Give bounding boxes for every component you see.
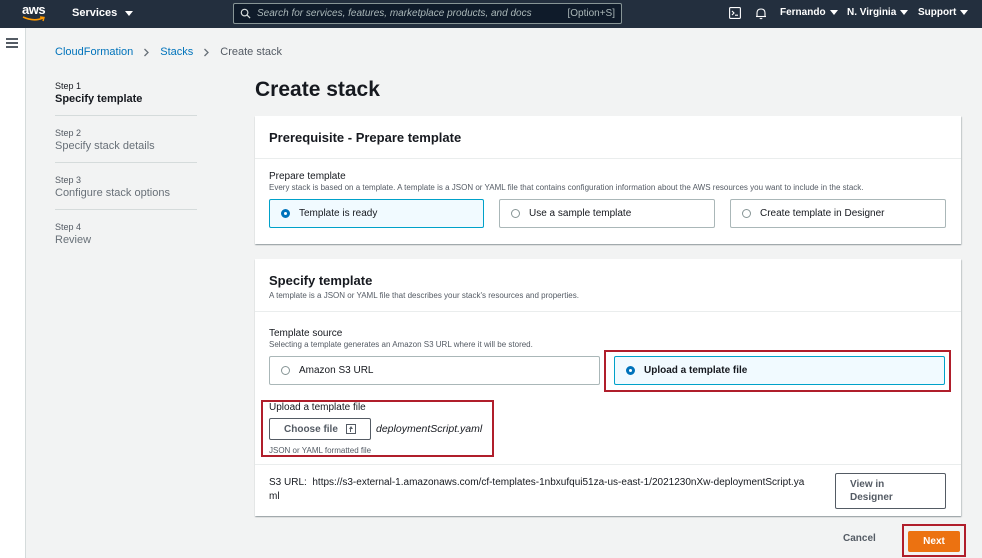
prerequisite-title: Prerequisite - Prepare template <box>269 129 462 145</box>
view-designer-label-2: Designer <box>850 492 893 503</box>
cancel-button[interactable]: Cancel <box>843 533 876 544</box>
bell-icon <box>756 8 766 20</box>
step-number: Step 1 <box>55 81 82 91</box>
view-designer-label-1: View in <box>850 479 885 490</box>
template-source-description: Selecting a template generates an Amazon… <box>269 340 533 349</box>
chevron-right-icon <box>204 48 210 56</box>
prerequisite-container: Prerequisite - Prepare template Prepare … <box>255 116 961 244</box>
prerequisite-header: Prerequisite - Prepare template <box>255 116 961 159</box>
cloudshell-icon <box>729 7 741 19</box>
region-menu[interactable]: N. Virginia <box>847 7 909 18</box>
prepare-template-description: Every stack is based on a template. A te… <box>269 183 864 192</box>
search-shortcut: [Option+S] <box>567 8 615 19</box>
next-button[interactable]: Next <box>908 531 960 552</box>
step-number: Step 3 <box>55 175 82 185</box>
specify-template-header: Specify template A template is a JSON or… <box>269 273 949 300</box>
page-title: Create stack <box>255 78 380 101</box>
notifications-button[interactable] <box>755 7 767 20</box>
tile-label: Create template in Designer <box>760 208 885 219</box>
breadcrumb-create-stack: Create stack <box>220 46 283 58</box>
tile-designer-template[interactable]: Create template in Designer <box>730 199 946 228</box>
view-in-designer-button[interactable]: View in Designer <box>835 473 946 509</box>
step-title: Configure stack options <box>55 187 170 199</box>
wizard-step-2: Step 2 Specify stack details <box>55 128 197 163</box>
tile-template-ready[interactable]: Template is ready <box>269 199 484 228</box>
region-name: N. Virginia <box>847 7 897 18</box>
tile-label: Amazon S3 URL <box>299 365 374 376</box>
tile-label: Use a sample template <box>529 208 632 219</box>
step-number: Step 2 <box>55 128 82 138</box>
wizard-steps: Step 1 Specify template Step 2 Specify s… <box>55 81 197 268</box>
top-navigation: aws Services [Option+S] Fernando N. Virg… <box>0 0 982 28</box>
side-navigation-rail <box>0 28 26 558</box>
radio-selected-icon <box>281 209 290 218</box>
services-menu[interactable]: Services <box>72 7 134 19</box>
radio-icon <box>742 209 751 218</box>
step-number: Step 4 <box>55 222 82 232</box>
tile-sample-template[interactable]: Use a sample template <box>499 199 715 228</box>
caret-down-icon <box>900 10 909 15</box>
search-icon <box>240 8 251 19</box>
radio-icon <box>511 209 520 218</box>
caret-down-icon <box>960 10 969 15</box>
wizard-step-3: Step 3 Configure stack options <box>55 175 197 210</box>
aws-logo[interactable]: aws <box>22 3 50 25</box>
specify-template-description: A template is a JSON or YAML file that d… <box>269 291 579 300</box>
breadcrumb-stacks[interactable]: Stacks <box>160 46 193 58</box>
s3-url-value-wrap: ml <box>269 491 280 502</box>
wizard-step-1[interactable]: Step 1 Specify template <box>55 81 197 116</box>
cloudshell-button[interactable] <box>729 7 741 19</box>
step-title: Review <box>55 234 92 246</box>
caret-down-icon <box>829 10 838 15</box>
support-menu[interactable]: Support <box>918 7 969 18</box>
step-title: Specify template <box>55 93 143 105</box>
wizard-step-4: Step 4 Review <box>55 222 197 256</box>
template-source-label: Template source <box>269 328 343 339</box>
breadcrumb-cloudformation[interactable]: CloudFormation <box>55 46 133 58</box>
breadcrumb: CloudFormation Stacks Create stack <box>55 46 282 58</box>
s3-url-text: S3 URL: https://s3-external-1.amazonaws.… <box>269 476 839 504</box>
search-bar[interactable]: [Option+S] <box>233 3 622 24</box>
aws-logo-text: aws <box>22 2 46 17</box>
highlight-file-chooser <box>261 400 494 457</box>
user-name: Fernando <box>780 7 826 18</box>
user-menu[interactable]: Fernando <box>780 7 838 18</box>
highlight-upload-option <box>604 350 951 392</box>
search-input[interactable] <box>251 8 568 19</box>
caret-down-icon <box>125 10 134 16</box>
radio-icon <box>281 366 290 375</box>
specify-template-title: Specify template <box>269 273 373 288</box>
prepare-template-label: Prepare template <box>269 171 346 182</box>
services-label: Services <box>72 7 118 19</box>
hamburger-menu-icon[interactable] <box>6 38 18 48</box>
chevron-right-icon <box>144 48 150 56</box>
s3-url-label: S3 URL: <box>269 477 307 488</box>
tile-label: Template is ready <box>299 208 378 219</box>
s3-url-value: https://s3-external-1.amazonaws.com/cf-t… <box>312 477 805 488</box>
step-title: Specify stack details <box>55 140 155 152</box>
support-label: Support <box>918 7 957 18</box>
tile-amazon-s3-url[interactable]: Amazon S3 URL <box>269 356 600 385</box>
